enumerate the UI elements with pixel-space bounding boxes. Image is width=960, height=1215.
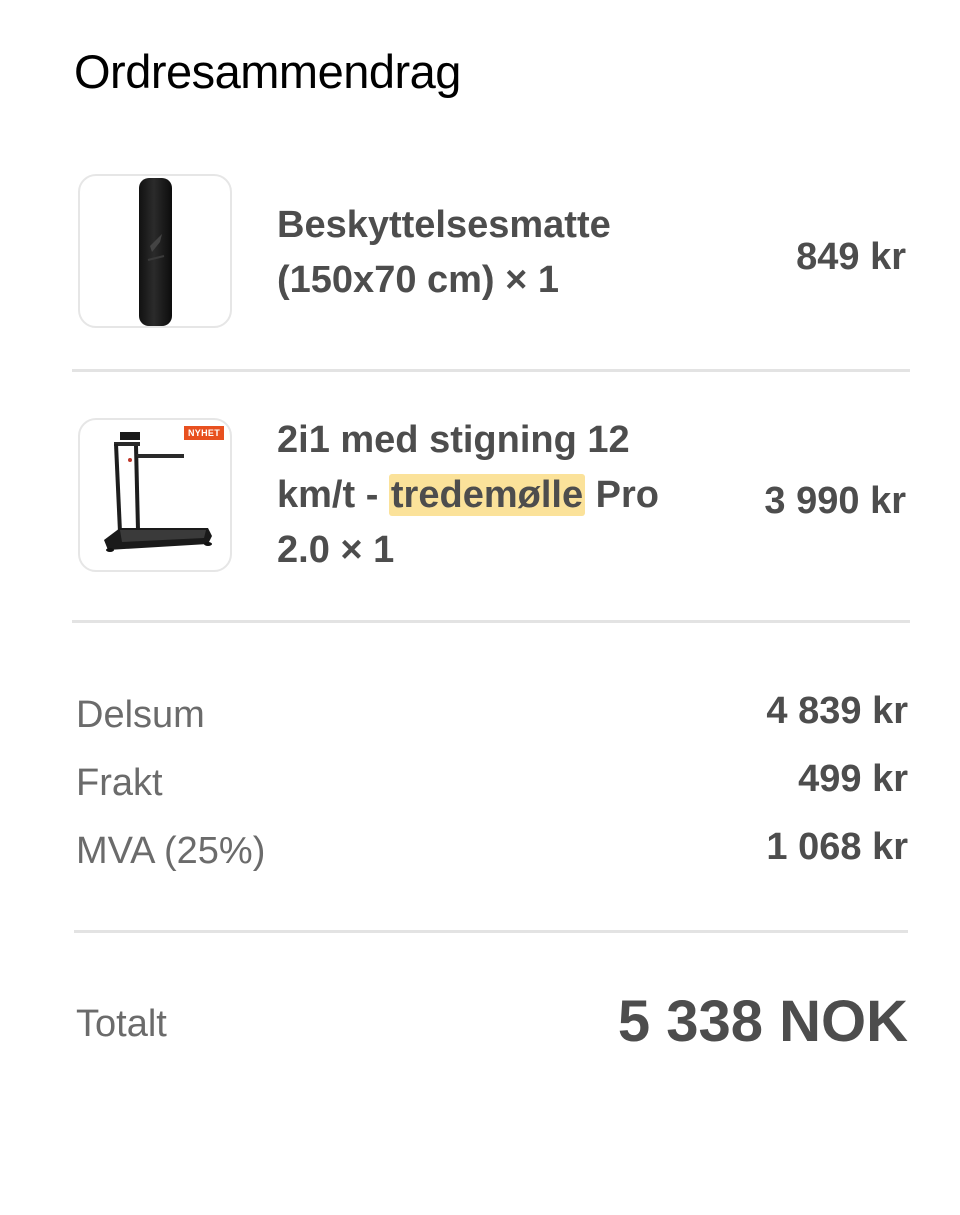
shipping-value: 499 kr [798,758,908,800]
page-title: Ordresammendrag [74,45,461,98]
shipping-label: Frakt [76,762,163,804]
item-price: 849 kr [796,236,906,278]
list-item[interactable]: Beskyttelsesmatte (150x70 cm) × 1 849 kr [72,174,910,330]
divider [74,930,908,933]
item-price: 3 990 kr [764,480,906,522]
total-label: Totalt [76,1003,167,1045]
divider [72,369,910,372]
subtotal-row: Delsum 4 839 kr [76,690,908,740]
status-badge: NYHET [183,426,224,440]
divider [72,620,910,623]
subtotal-value: 4 839 kr [766,690,908,732]
list-item[interactable]: NYHET 2i1 med stigning 12 km/t - tredemø… [72,418,910,574]
item-name: 2i1 med stigning 12 km/t - tredemølle Pr… [277,419,659,571]
subtotal-label: Delsum [76,694,205,736]
vat-label: MVA (25%) [76,830,266,872]
item-name: Beskyttelsesmatte (150x70 cm) × 1 [277,204,611,301]
total-value: 5 338 NOK [617,989,908,1054]
product-image-treadmill[interactable]: NYHET [78,418,232,572]
search-highlight: tredemølle [388,474,586,516]
vat-row: MVA (25%) 1 068 kr [76,826,908,876]
shipping-row: Frakt 499 kr [76,758,908,808]
product-image-mat[interactable] [78,174,232,328]
vat-value: 1 068 kr [766,826,908,868]
